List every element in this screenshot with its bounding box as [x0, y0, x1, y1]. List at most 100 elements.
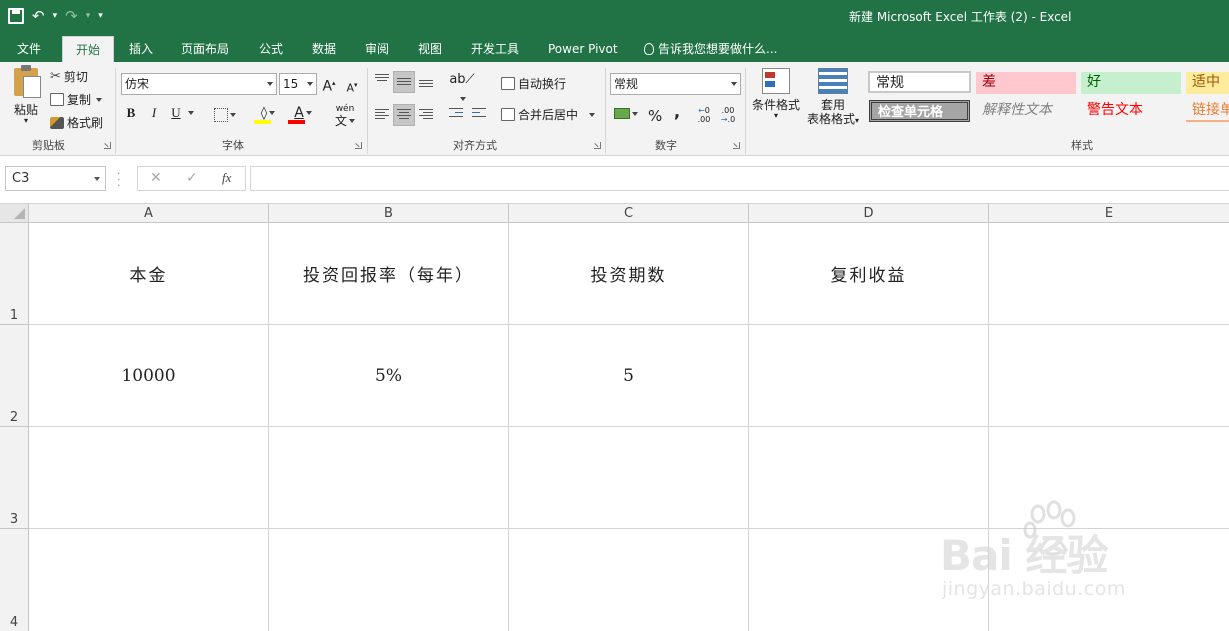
comma-button[interactable]: , — [672, 102, 682, 122]
column-header-e[interactable]: E — [989, 204, 1229, 223]
cell-d2[interactable] — [749, 325, 989, 427]
copy-label: 复制 — [67, 93, 92, 107]
font-name-combo[interactable]: 仿宋 — [121, 73, 277, 95]
cell-d1[interactable]: 复利收益 — [749, 223, 989, 325]
tab-insert[interactable]: 插入 — [129, 36, 153, 62]
copy-button[interactable]: 复制 — [50, 91, 103, 108]
cut-button[interactable]: ✂ 剪切 — [50, 68, 88, 85]
customize-qat-icon[interactable]: ▾ — [98, 4, 103, 28]
style-warning[interactable]: 警告文本 — [1081, 100, 1181, 122]
underline-button[interactable]: U — [169, 103, 183, 123]
tab-page-layout[interactable]: 页面布局 — [181, 36, 229, 62]
top-align-icon[interactable] — [375, 74, 389, 86]
style-explanatory[interactable]: 解释性文本 — [976, 100, 1076, 122]
italic-button[interactable]: I — [147, 103, 161, 123]
clipboard-launcher-icon[interactable] — [104, 142, 111, 149]
cell-a2[interactable]: 10000 — [29, 325, 269, 427]
decrease-decimal-button[interactable]: .00 →.0 — [719, 106, 737, 124]
number-launcher-icon[interactable] — [733, 142, 740, 149]
row-header-3[interactable]: 3 — [0, 427, 29, 529]
row-header-1[interactable]: 1 — [0, 223, 29, 325]
tab-developer[interactable]: 开发工具 — [471, 36, 519, 62]
bottom-align-icon[interactable] — [419, 76, 433, 88]
borders-button[interactable] — [210, 105, 240, 125]
format-as-table-button[interactable]: 套用 表格格式▾ — [804, 68, 862, 128]
underline-dropdown-icon[interactable] — [185, 103, 195, 123]
increase-decimal-button[interactable]: ←0.00 — [695, 106, 713, 124]
fill-bucket-icon: ◊ — [260, 106, 268, 121]
tab-home[interactable]: 开始 — [62, 36, 115, 62]
font-launcher-icon[interactable] — [355, 142, 362, 149]
cell-b1[interactable]: 投资回报率（每年） — [269, 223, 509, 325]
cell-a4[interactable] — [29, 529, 269, 631]
tab-view[interactable]: 视图 — [418, 36, 442, 62]
bold-button[interactable]: B — [124, 103, 138, 123]
cell-b4[interactable] — [269, 529, 509, 631]
grow-font-button[interactable]: A▴ — [321, 73, 337, 97]
middle-align-button[interactable] — [393, 71, 415, 93]
tell-me-box[interactable]: 告诉我您想要做什么... — [644, 36, 777, 62]
orientation-icon: ab⟋ — [449, 72, 475, 87]
cell-b2[interactable]: 5% — [269, 325, 509, 427]
column-header-c[interactable]: C — [509, 204, 749, 223]
cell-c2[interactable]: 5 — [509, 325, 749, 427]
cell-a1[interactable]: 本金 — [29, 223, 269, 325]
phonetic-guide-button[interactable]: wén 文 — [330, 103, 360, 129]
increase-indent-icon[interactable] — [472, 108, 486, 120]
align-right-icon[interactable] — [419, 109, 433, 121]
cell-a3[interactable] — [29, 427, 269, 529]
font-size-combo[interactable]: 15 — [279, 73, 317, 95]
cell-e1[interactable] — [989, 223, 1229, 325]
redo-dropdown-icon[interactable]: ▾ — [86, 4, 91, 28]
accounting-format-button[interactable] — [612, 104, 640, 124]
name-box[interactable]: C3 — [5, 166, 106, 191]
tab-file[interactable]: 文件 — [17, 36, 41, 62]
style-good[interactable]: 好 — [1081, 72, 1181, 94]
column-header-b[interactable]: B — [269, 204, 509, 223]
wrap-text-button[interactable]: 自动换行 — [501, 75, 566, 92]
clipboard-icon — [14, 65, 41, 98]
formula-input[interactable] — [250, 166, 1229, 191]
tab-review[interactable]: 审阅 — [365, 36, 389, 62]
conditional-formatting-button[interactable]: 条件格式 ▾ — [750, 68, 802, 120]
merge-center-button[interactable]: 合并后居中 — [501, 106, 596, 123]
format-painter-button[interactable]: 格式刷 — [50, 114, 103, 131]
paste-button[interactable]: 粘贴 ▾ — [9, 65, 43, 125]
watermark-logo-text: Bai 经验 — [940, 531, 1108, 580]
percent-button[interactable]: % — [648, 106, 662, 126]
select-all-button[interactable] — [0, 204, 29, 223]
cell-e2[interactable] — [989, 325, 1229, 427]
alignment-launcher-icon[interactable] — [594, 142, 601, 149]
column-header-a[interactable]: A — [29, 204, 269, 223]
style-bad[interactable]: 差 — [976, 72, 1076, 94]
cell-b3[interactable] — [269, 427, 509, 529]
undo-dropdown-icon[interactable]: ▾ — [53, 4, 58, 28]
center-align-button[interactable] — [393, 104, 415, 126]
style-normal[interactable]: 常规 — [868, 71, 971, 93]
cell-c3[interactable] — [509, 427, 749, 529]
redo-icon[interactable]: ↷ — [65, 4, 78, 28]
align-left-icon[interactable] — [375, 109, 389, 121]
cell-c4[interactable] — [509, 529, 749, 631]
cancel-icon[interactable]: ✕ — [150, 170, 162, 186]
enter-icon[interactable]: ✓ — [186, 170, 198, 186]
style-neutral[interactable]: 适中 — [1186, 72, 1229, 94]
decrease-indent-icon[interactable] — [449, 108, 463, 120]
borders-icon — [214, 108, 228, 122]
tab-data[interactable]: 数据 — [312, 36, 336, 62]
tab-power-pivot[interactable]: Power Pivot — [548, 36, 618, 62]
cell-c1[interactable]: 投资期数 — [509, 223, 749, 325]
style-check-cell[interactable]: 检查单元格 — [869, 100, 970, 122]
tab-formulas[interactable]: 公式 — [259, 36, 283, 62]
column-header-d[interactable]: D — [749, 204, 989, 223]
save-icon[interactable] — [8, 8, 24, 24]
formula-bar-grip-icon[interactable]: · · · — [117, 168, 121, 191]
shrink-font-button[interactable]: A▾ — [344, 75, 360, 99]
row-header-4[interactable]: 4 — [0, 529, 29, 631]
style-linked-cell[interactable]: 链接单 — [1186, 100, 1229, 122]
insert-function-icon[interactable]: fx — [222, 170, 231, 186]
number-format-combo[interactable]: 常规 — [610, 73, 741, 95]
orientation-button[interactable]: ab⟋ — [446, 70, 478, 110]
undo-icon[interactable]: ↶ — [32, 4, 45, 28]
row-header-2[interactable]: 2 — [0, 325, 29, 427]
